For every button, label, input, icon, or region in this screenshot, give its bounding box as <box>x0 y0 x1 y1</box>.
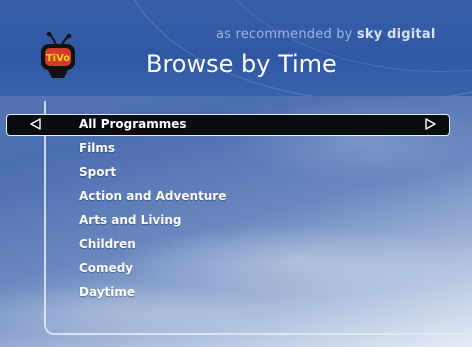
menu-item-sport[interactable]: Sport <box>79 163 226 187</box>
header: TiVo as recommended by sky digital Brows… <box>0 0 472 96</box>
tivo-screen: TiVo as recommended by sky digital Brows… <box>0 0 472 347</box>
menu-item-arts-and-living[interactable]: Arts and Living <box>79 211 226 235</box>
tagline-prefix: as recommended by <box>216 27 353 42</box>
menu-item-films[interactable]: Films <box>79 139 226 163</box>
menu-item-children[interactable]: Children <box>79 235 226 259</box>
selection-highlight[interactable] <box>6 114 450 136</box>
menu-item-action-and-adventure[interactable]: Action and Adventure <box>79 187 226 211</box>
menu-item-all-programmes[interactable]: All Programmes <box>79 115 226 139</box>
tivo-logo-text: TiVo <box>46 53 70 64</box>
chevron-left-icon[interactable] <box>29 118 43 130</box>
chevron-right-icon[interactable] <box>423 118 437 130</box>
tagline: as recommended by sky digital <box>216 27 435 42</box>
page-title: Browse by Time <box>146 50 337 78</box>
menu-item-comedy[interactable]: Comedy <box>79 259 226 283</box>
tagline-brand: sky digital <box>356 27 436 42</box>
category-menu: All Programmes Films Sport Action and Ad… <box>79 115 226 307</box>
menu-item-daytime[interactable]: Daytime <box>79 283 226 307</box>
tivo-logo: TiVo <box>41 31 75 78</box>
